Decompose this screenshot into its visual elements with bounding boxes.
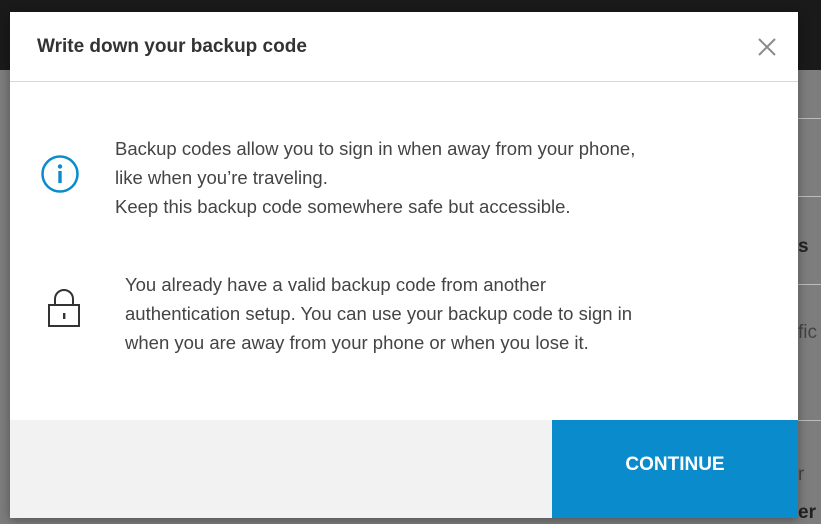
- background-divider: [798, 118, 821, 119]
- lock-message-line: authentication setup. You can use your b…: [125, 303, 633, 324]
- info-message: Backup codes allow you to sign in when a…: [115, 134, 635, 221]
- close-icon: [758, 38, 776, 56]
- lock-icon: [48, 289, 80, 327]
- dialog-title: Write down your backup code: [37, 36, 307, 57]
- background-text-fragment: s: [798, 236, 809, 257]
- dialog-header: Write down your backup code: [10, 12, 798, 82]
- info-icon: [41, 155, 79, 193]
- background-text-fragment: r: [798, 464, 805, 485]
- background-text-fragment: fic: [798, 322, 817, 343]
- info-message-line: Backup codes allow you to sign in when a…: [115, 138, 636, 159]
- lock-message-line: when you are away from your phone or whe…: [125, 332, 589, 353]
- dialog-footer: CONTINUE: [10, 420, 798, 518]
- lock-message: You already have a valid backup code fro…: [125, 270, 632, 357]
- backup-code-dialog: Write down your backup code Backup codes…: [10, 12, 798, 518]
- background-text-fragment: er: [798, 502, 816, 523]
- background-divider: [798, 196, 821, 197]
- background-divider: [798, 420, 821, 421]
- close-button[interactable]: [754, 34, 780, 60]
- info-message-line: Keep this backup code somewhere safe but…: [115, 196, 571, 217]
- info-message-line: like when you’re traveling.: [115, 167, 328, 188]
- background-divider: [798, 284, 821, 285]
- continue-button[interactable]: CONTINUE: [552, 420, 798, 518]
- lock-message-line: You already have a valid backup code fro…: [125, 274, 546, 295]
